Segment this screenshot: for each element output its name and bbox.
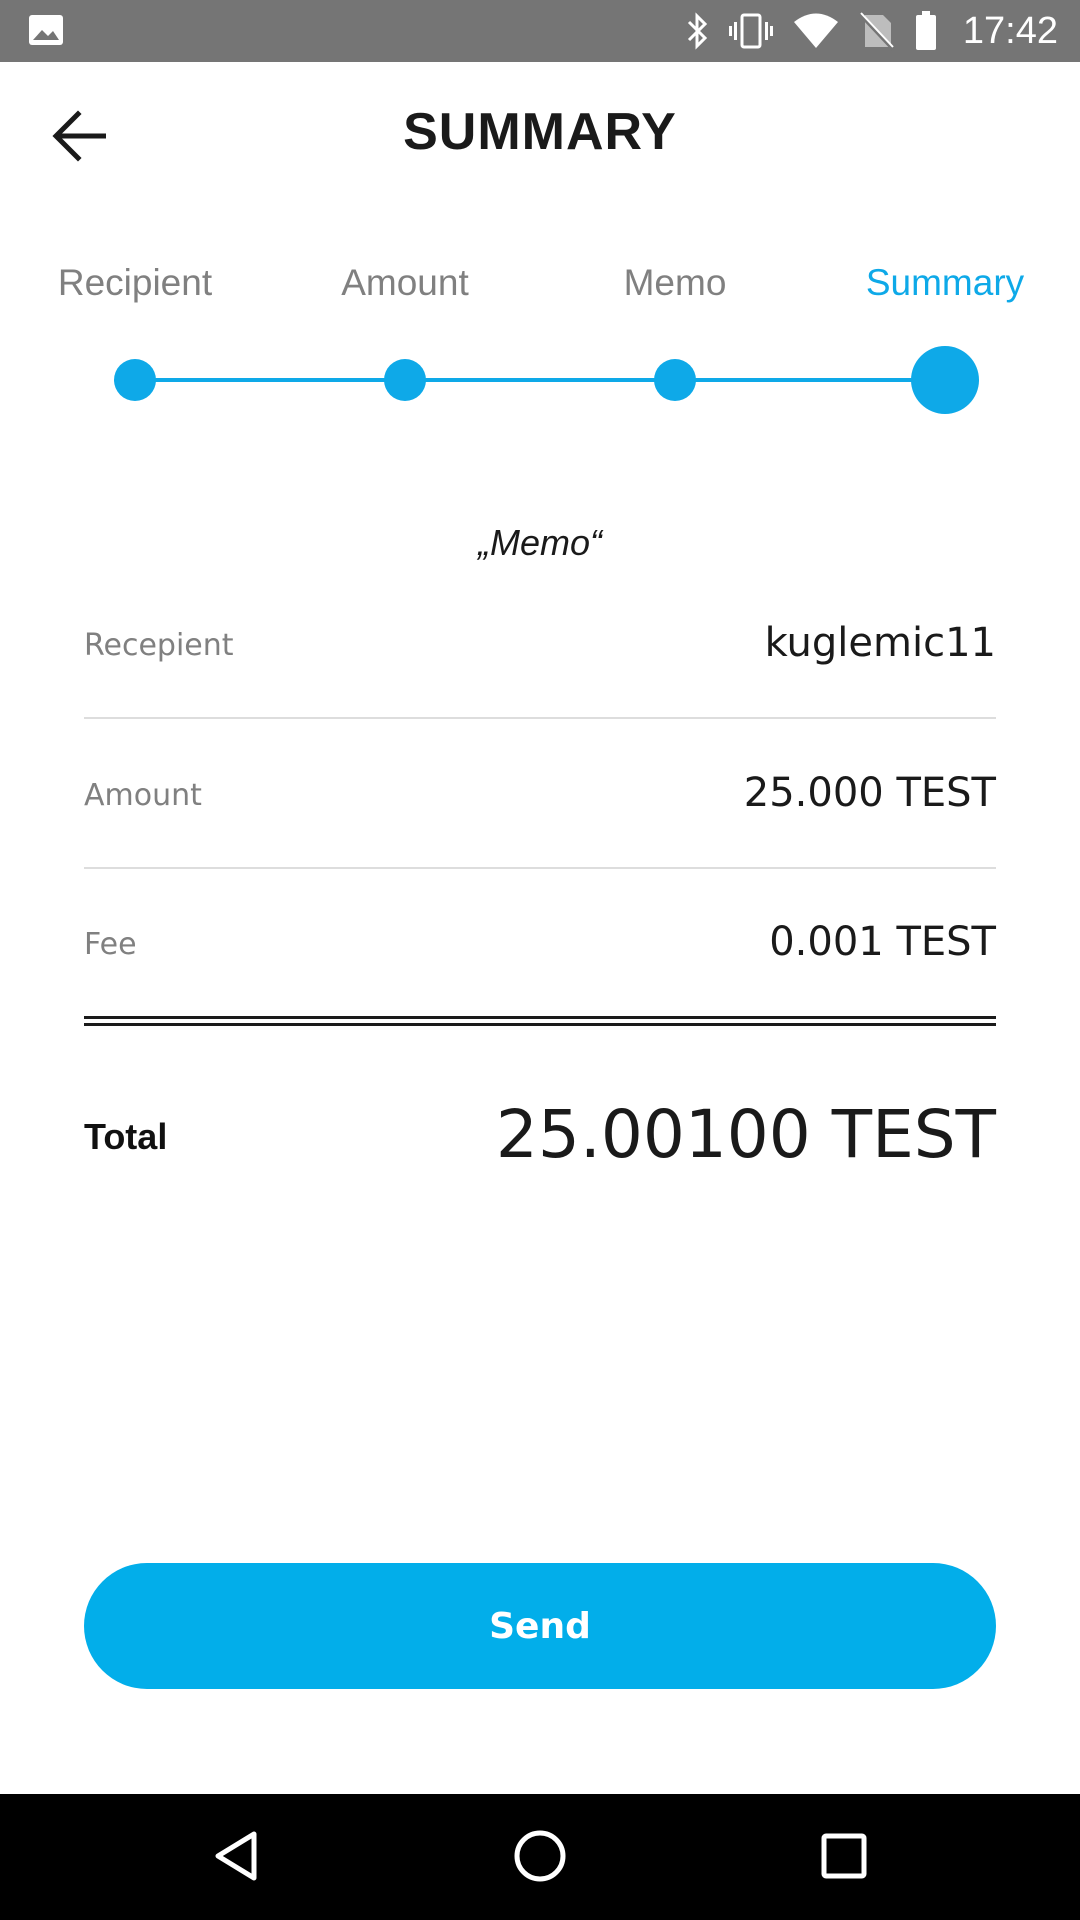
vibrate-icon (728, 12, 773, 50)
step-dot-amount[interactable] (384, 359, 426, 401)
recents-square-icon (820, 1832, 868, 1885)
row-divider (84, 717, 996, 719)
row-value: 0.001 TEST (769, 919, 996, 965)
step-dot-summary[interactable] (911, 346, 979, 414)
status-time: 17:42 (962, 9, 1058, 52)
row-value: 25.000 TEST (743, 770, 996, 816)
image-icon (28, 14, 66, 48)
total-value: 25.00100 TEST (495, 1096, 996, 1173)
send-button[interactable]: Send (84, 1563, 996, 1689)
system-nav-bar (0, 1794, 1080, 1920)
app-header: SUMMARY (0, 62, 1080, 212)
step-label-recipient[interactable]: Recipient (0, 262, 270, 304)
nav-back-button[interactable] (200, 1822, 272, 1894)
progress-stepper: Recipient Amount Memo Summary (0, 250, 1080, 430)
step-label-amount[interactable]: Amount (270, 262, 540, 304)
step-dot-memo[interactable] (654, 359, 696, 401)
step-label-summary[interactable]: Summary (810, 262, 1080, 304)
total-double-rule (84, 1016, 996, 1026)
stepper-line (135, 378, 945, 382)
bluetooth-icon (685, 12, 709, 50)
nav-recents-button[interactable] (808, 1822, 880, 1894)
row-divider (84, 867, 996, 869)
step-label-memo[interactable]: Memo (540, 262, 810, 304)
nav-home-button[interactable] (504, 1822, 576, 1894)
row-value: kuglemic11 (764, 620, 996, 666)
total-label: Total (84, 1116, 168, 1157)
row-label: Fee (84, 927, 137, 962)
summary-row-recipient: Recepient kuglemic11 (84, 620, 996, 680)
row-label: Recepient (84, 628, 234, 663)
row-label: Amount (84, 778, 202, 813)
step-dot-recipient[interactable] (114, 359, 156, 401)
summary-row-amount: Amount 25.000 TEST (84, 770, 996, 830)
wifi-icon (793, 13, 839, 49)
summary-row-fee: Fee 0.001 TEST (84, 919, 996, 979)
no-sim-icon (859, 11, 895, 51)
home-circle-icon (513, 1829, 567, 1888)
summary-screen: 17:42 SUMMARY Recipient Amount Memo Summ… (0, 0, 1080, 1920)
status-icons: 17:42 (685, 0, 1058, 62)
status-bar: 17:42 (0, 0, 1080, 62)
battery-icon (915, 11, 937, 51)
back-triangle-icon (212, 1830, 260, 1887)
page-title: SUMMARY (403, 103, 677, 161)
memo-text: „Memo“ (478, 522, 602, 563)
